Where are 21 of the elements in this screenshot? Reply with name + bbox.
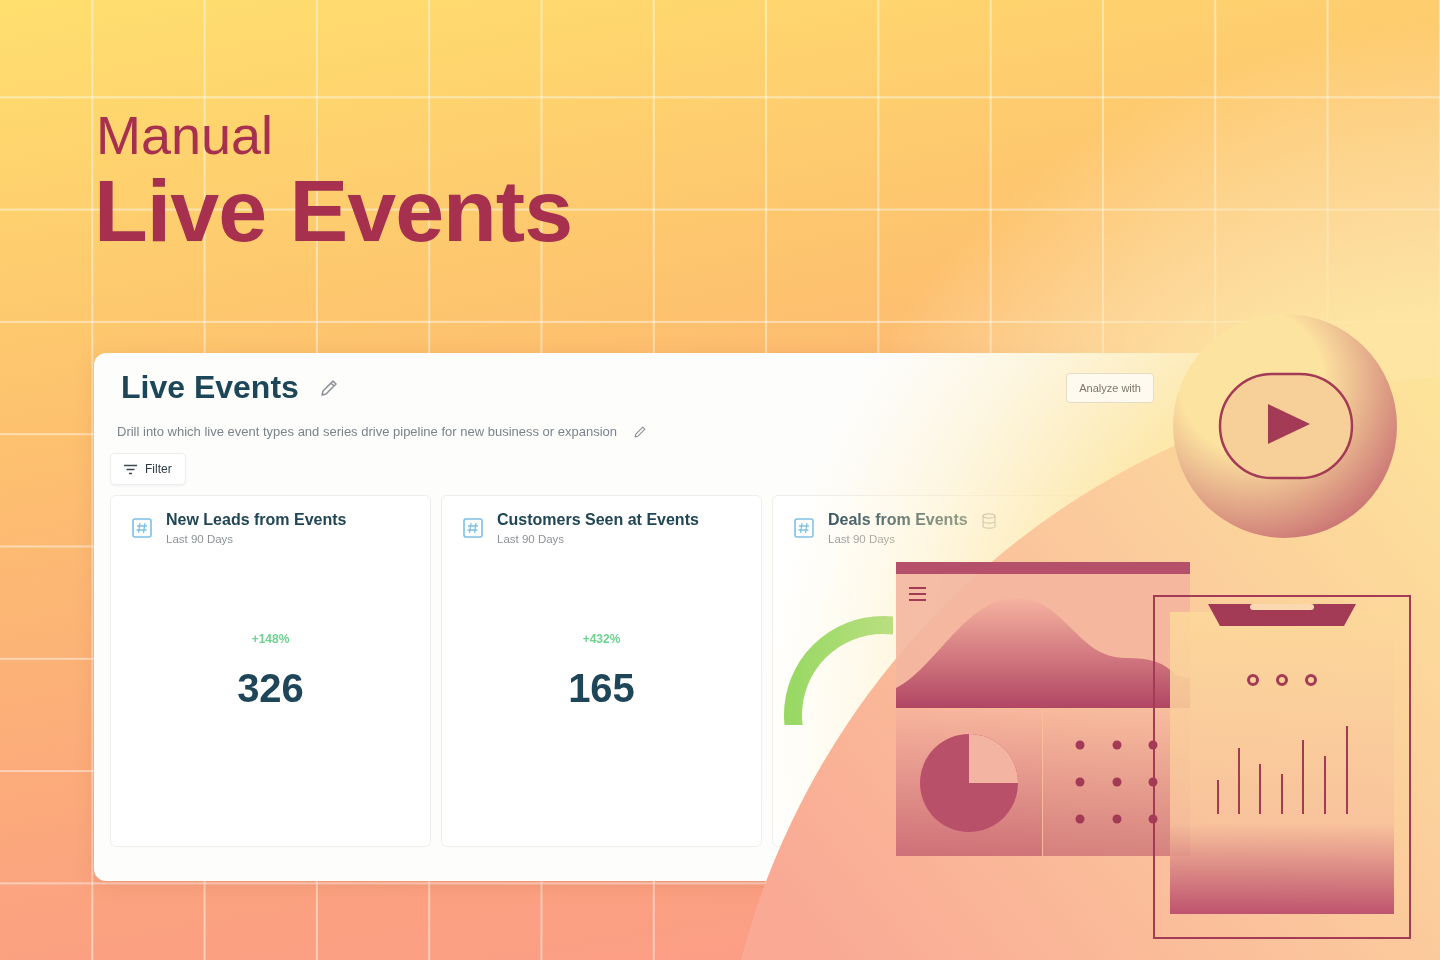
card-subtitle: Last 90 Days xyxy=(828,533,897,545)
change-percentage: +148% xyxy=(251,632,290,646)
headline-kicker: Manual xyxy=(95,104,275,166)
pencil-icon[interactable] xyxy=(318,377,339,398)
headline-title: Live Events xyxy=(94,166,574,256)
dashboard-title: Live Events xyxy=(121,369,299,406)
card-subtitle: Last 90 Days xyxy=(166,533,235,545)
pencil-icon[interactable] xyxy=(633,424,648,439)
card-title: Customers Seen at Events xyxy=(497,511,699,529)
hash-icon xyxy=(463,518,483,538)
metric-value: 326 xyxy=(237,666,304,711)
card-title: New Leads from Events xyxy=(166,511,347,529)
metric-value: 165 xyxy=(568,666,635,711)
card-title: Deals from Events xyxy=(828,511,968,529)
filter-icon xyxy=(124,463,137,475)
dashboard-description: Drill into which live event types and series drive pipeline for new business or expansion xyxy=(117,424,618,439)
card-subtitle: Last 90 Days xyxy=(497,533,566,545)
filter-button[interactable]: Filter xyxy=(110,453,186,485)
analyze-button[interactable]: Analyze with xyxy=(1066,372,1154,403)
hash-icon xyxy=(132,518,152,538)
change-percentage: +432% xyxy=(582,632,621,646)
